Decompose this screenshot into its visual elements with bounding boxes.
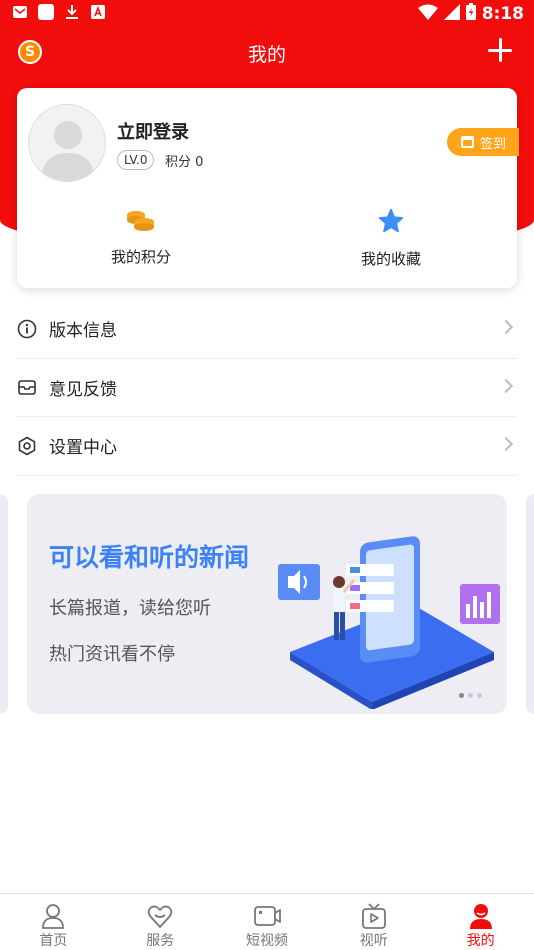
carousel-dot[interactable] [477, 693, 482, 698]
battery-icon [465, 3, 476, 24]
signin-button[interactable]: 签到 [447, 128, 519, 156]
my-points-label: 我的积分 [110, 248, 171, 266]
nav-audio-video[interactable]: 视听 [320, 894, 427, 950]
avatar-placeholder-icon [29, 105, 105, 181]
wifi-icon [417, 4, 438, 24]
nav-short-video[interactable]: 短视频 [214, 894, 321, 950]
info-icon [17, 319, 37, 339]
signin-label: 签到 [480, 136, 507, 152]
feedback-icon [17, 377, 37, 397]
carousel-dot[interactable] [459, 693, 464, 698]
plus-icon[interactable] [486, 36, 516, 66]
carousel-dots [459, 693, 482, 698]
nav-label: 视听 [359, 933, 388, 949]
menu-label: 意见反馈 [49, 379, 117, 400]
chevron-right-icon [498, 436, 514, 452]
settings-icon [17, 436, 37, 456]
nav-label: 我的 [466, 933, 495, 949]
my-favorites-button[interactable]: 我的收藏 [301, 208, 481, 269]
chevron-right-icon [498, 378, 514, 393]
font-icon [90, 4, 106, 20]
menu-item-version[interactable]: 版本信息 [17, 300, 517, 359]
login-link[interactable]: 立即登录 [117, 118, 189, 144]
mail-icon [12, 4, 28, 20]
tv-icon [361, 903, 386, 929]
star-icon [378, 208, 404, 233]
banner-subtitle: 热门资讯看不停 [49, 644, 175, 665]
carousel-dot[interactable] [468, 693, 473, 698]
signal-icon [443, 3, 460, 24]
profile-icon [469, 904, 492, 929]
news-illustration [278, 536, 500, 709]
app-header: S 我的 [0, 32, 534, 72]
my-points-button[interactable]: 我的积分 [51, 208, 231, 267]
promo-banner[interactable]: 可以看和听的新闻 长篇报道，读给您听 热门资讯看不停 [27, 494, 507, 714]
banner-subtitle: 长篇报道，读给您听 [49, 598, 211, 619]
nav-label: 短视频 [245, 933, 288, 949]
banner-title: 可以看和听的新闻 [49, 543, 250, 572]
bottom-nav: 首页 服务 短视频 视听 我的 [0, 893, 534, 950]
download-icon [64, 4, 80, 20]
menu-label: 版本信息 [49, 321, 117, 342]
menu-item-settings[interactable]: 设置中心 [17, 417, 517, 476]
menu-item-feedback[interactable]: 意见反馈 [17, 359, 517, 417]
page-title: 我的 [247, 44, 286, 66]
status-bar: 8:18 [0, 0, 534, 28]
heart-service-icon [148, 905, 173, 928]
nav-label: 服务 [146, 933, 175, 949]
calendar-icon [461, 136, 474, 148]
nav-service[interactable]: 服务 [107, 894, 214, 950]
nav-label: 首页 [39, 933, 68, 949]
my-favorites-label: 我的收藏 [360, 250, 421, 268]
settings-menu: 版本信息 意见反馈 设置中心 [17, 300, 517, 476]
avatar[interactable] [28, 104, 106, 182]
banner-prev-peek[interactable] [0, 494, 8, 714]
video-icon [254, 906, 281, 926]
points-text: 积分 0 [165, 155, 204, 170]
nav-home[interactable]: 首页 [0, 894, 107, 950]
nav-mine[interactable]: 我的 [427, 894, 534, 950]
home-person-icon [42, 904, 65, 929]
profile-card: 立即登录 LV.0 积分 0 签到 我的积分 我的收藏 [17, 88, 519, 288]
banner-next-peek[interactable] [526, 494, 534, 714]
menu-label: 设置中心 [49, 438, 117, 459]
square-icon [38, 4, 54, 20]
level-badge: LV.0 [117, 150, 155, 170]
chevron-right-icon [498, 319, 514, 335]
clock: 8:18 [481, 3, 524, 24]
coins-icon [127, 211, 154, 231]
